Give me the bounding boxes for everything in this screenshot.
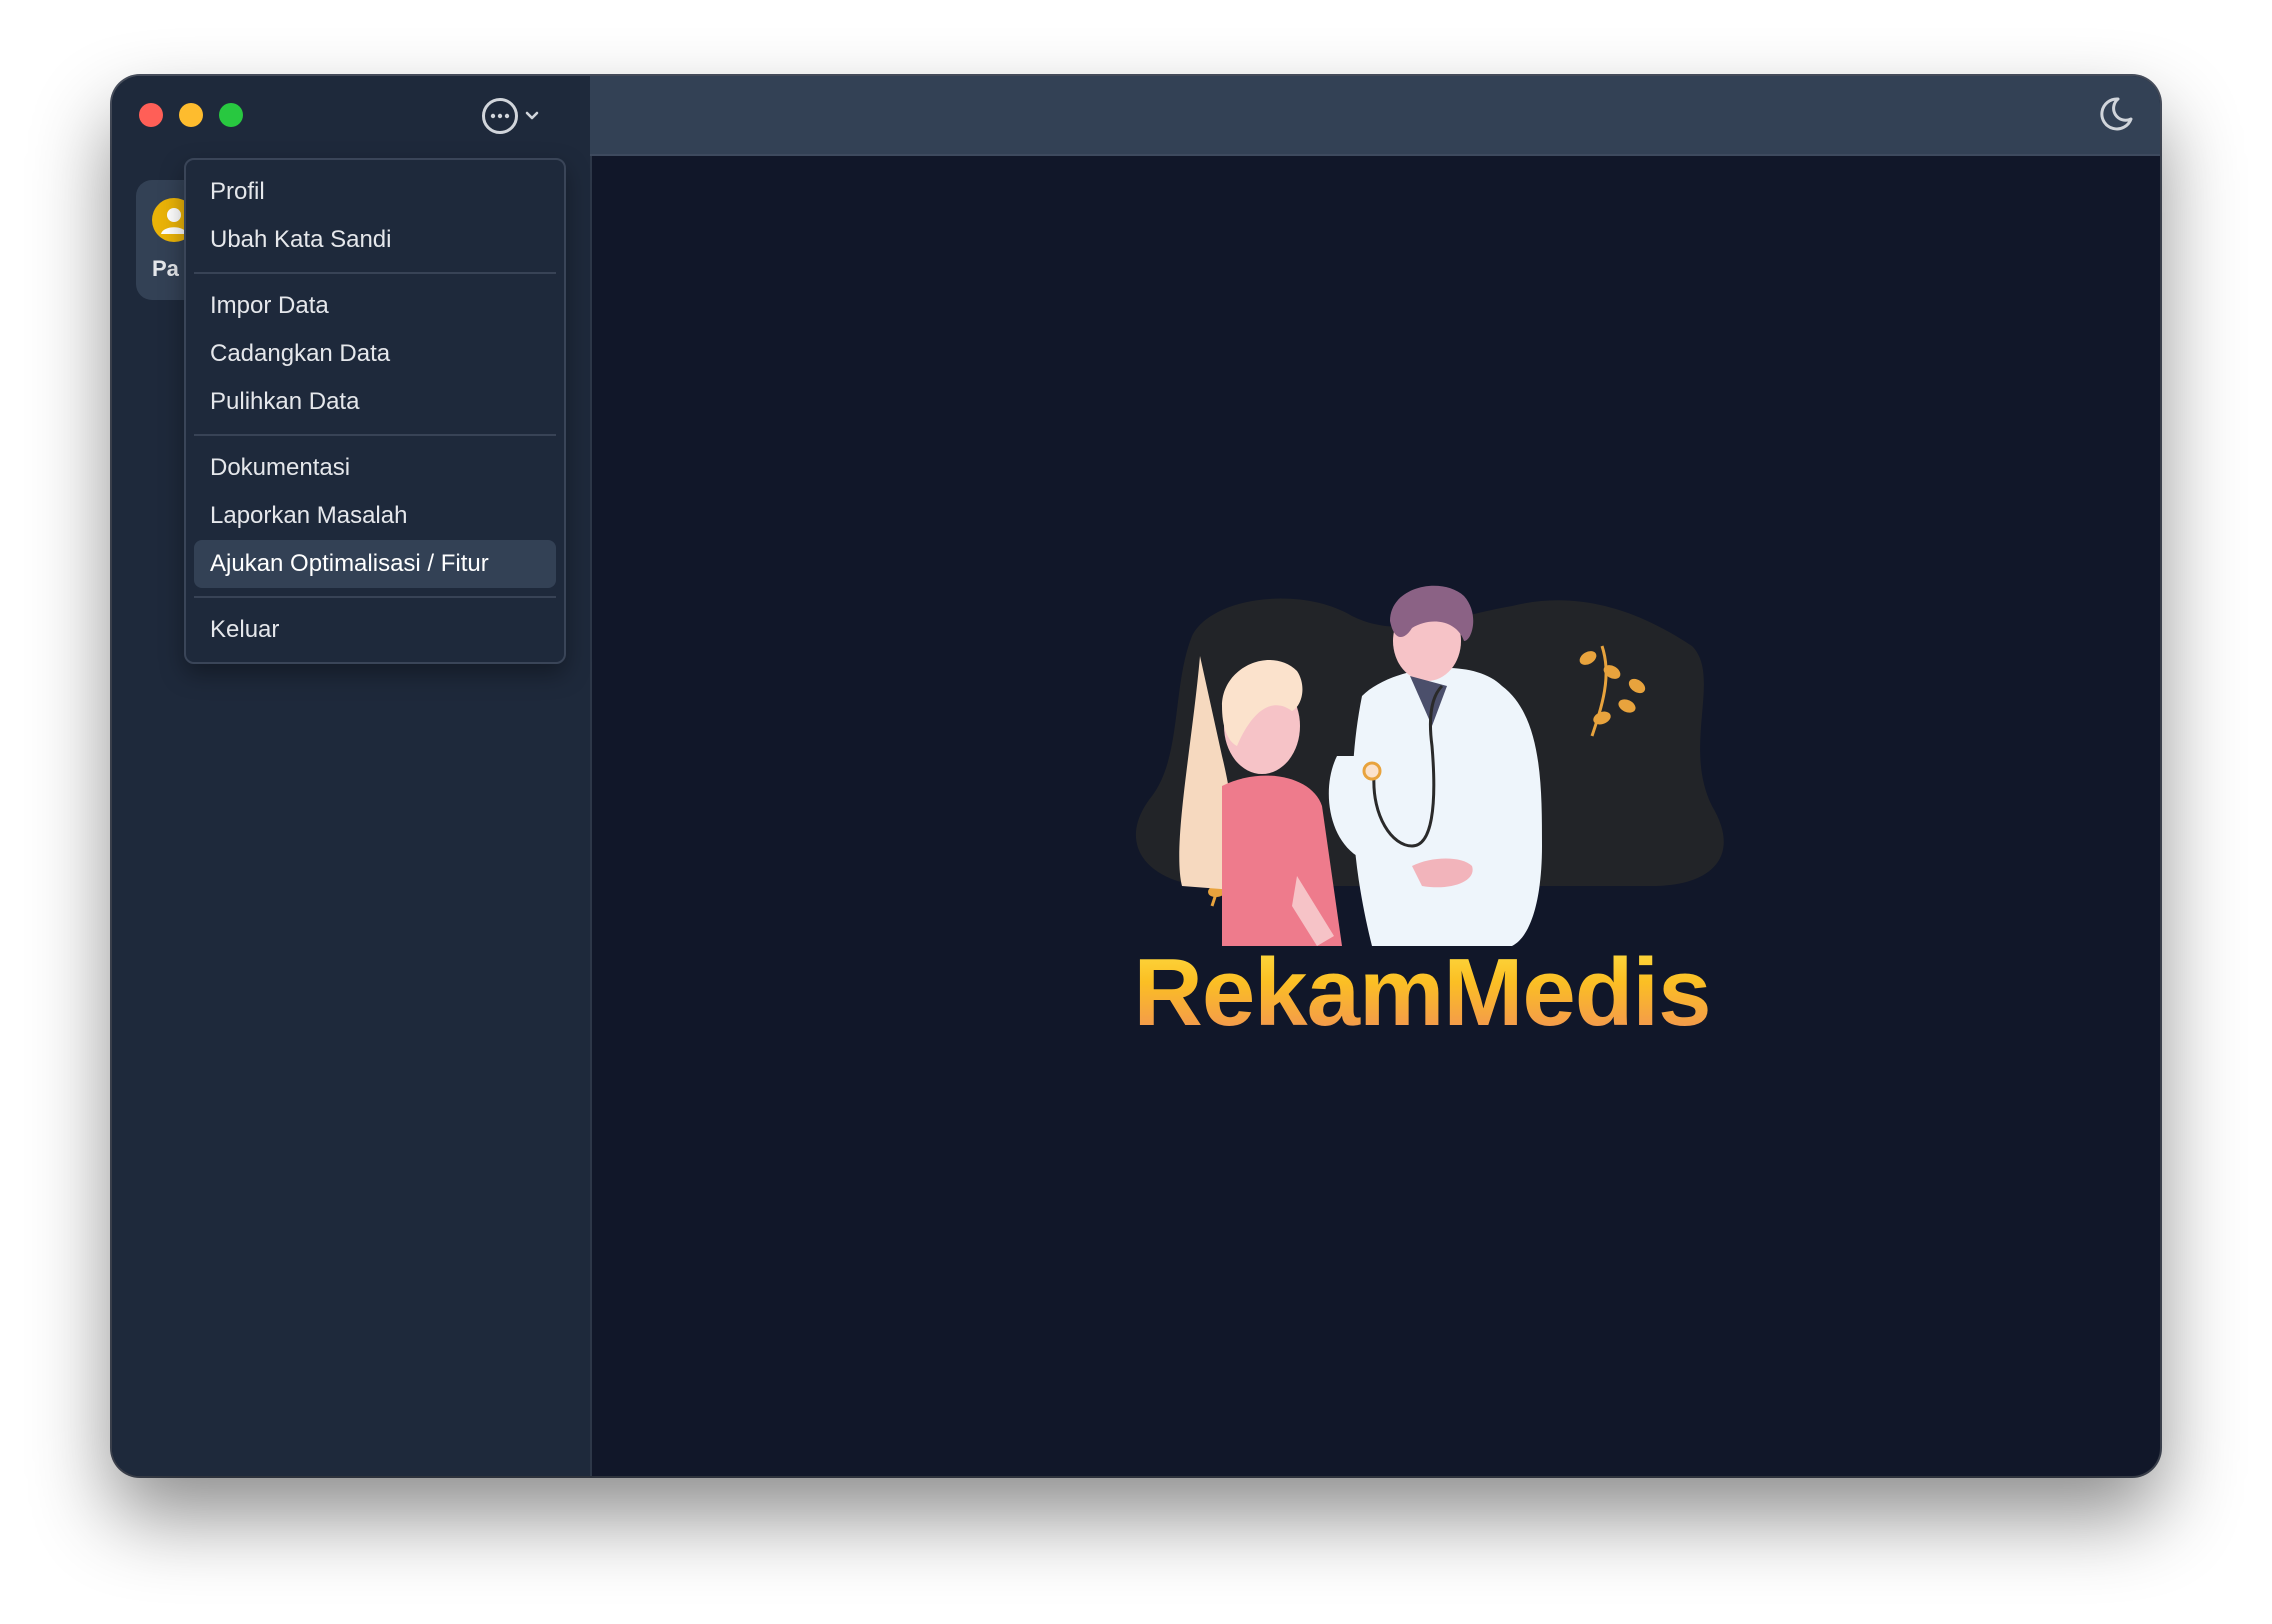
menu-item-pulihkan-data[interactable]: Pulihkan Data xyxy=(194,378,556,426)
chevron-down-icon xyxy=(525,111,539,120)
menu-item-laporkan-masalah[interactable]: Laporkan Masalah xyxy=(194,492,556,540)
more-dropdown-menu: Profil Ubah Kata Sandi Impor Data Cadang… xyxy=(184,158,566,664)
top-toolbar xyxy=(590,76,2160,156)
main-hero: RekamMedis xyxy=(1072,546,1772,1066)
doctor-patient-illustration xyxy=(1135,585,1724,946)
menu-item-cadangkan-data[interactable]: Cadangkan Data xyxy=(194,330,556,378)
menu-item-impor-data[interactable]: Impor Data xyxy=(194,282,556,330)
menu-divider xyxy=(194,434,556,436)
menu-item-ubah-kata-sandi[interactable]: Ubah Kata Sandi xyxy=(194,216,556,264)
menu-item-keluar[interactable]: Keluar xyxy=(194,606,556,654)
menu-item-dokumentasi[interactable]: Dokumentasi xyxy=(194,444,556,492)
more-horizontal-icon xyxy=(482,98,518,134)
menu-item-ajukan-optimalisasi[interactable]: Ajukan Optimalisasi / Fitur xyxy=(194,540,556,588)
brand-title: RekamMedis xyxy=(1072,938,1772,1048)
window-maximize-button[interactable] xyxy=(219,103,243,127)
sidebar-item-label: Pa xyxy=(152,256,179,281)
menu-divider xyxy=(194,596,556,598)
menu-item-profil[interactable]: Profil xyxy=(194,168,556,216)
app-window: Pa RekamMedis Profil Ubah Kata Sandi Imp… xyxy=(112,76,2160,1476)
window-minimize-button[interactable] xyxy=(179,103,203,127)
more-menu-button[interactable] xyxy=(482,94,562,138)
menu-divider xyxy=(194,272,556,274)
moon-icon[interactable] xyxy=(2096,94,2136,134)
window-close-button[interactable] xyxy=(139,103,163,127)
